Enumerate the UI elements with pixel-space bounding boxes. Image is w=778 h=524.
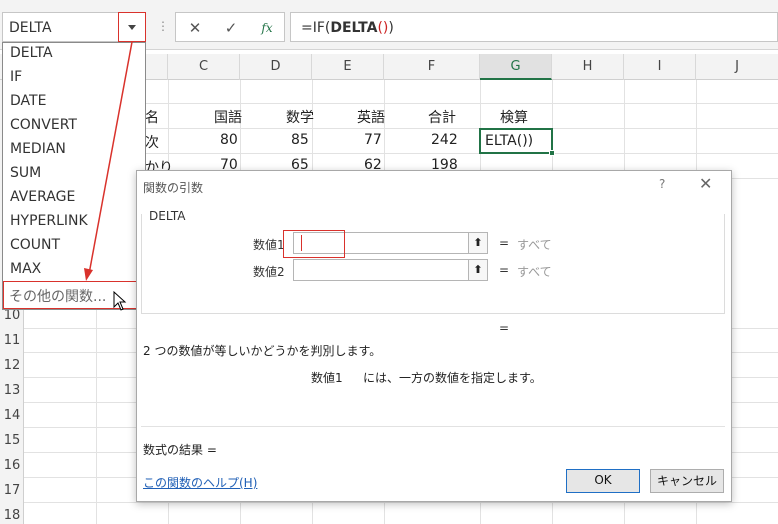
annotation-arrow — [84, 41, 133, 281]
annotation-arrow-line — [88, 41, 133, 275]
annotation-arrowhead — [84, 268, 93, 281]
mouse-pointer-icon — [113, 291, 127, 311]
